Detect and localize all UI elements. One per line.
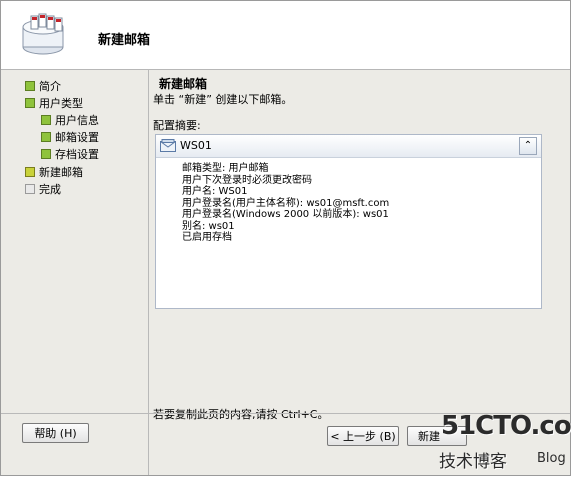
section-description: 单击 “新建” 创建以下邮箱。 — [153, 93, 293, 106]
copy-hint: 若要复制此页的内容,请按 Ctrl+C。 — [153, 408, 329, 421]
wizard-window: 新建邮箱 简介 用户类型 用户信息 邮箱设置 存档设置 新建邮箱 完成 新建邮箱… — [0, 0, 571, 476]
step-new-mailbox[interactable]: 新建邮箱 — [25, 165, 83, 181]
step-done-icon — [41, 149, 51, 159]
summary-line: 用户登录名(Windows 2000 以前版本): ws01 — [182, 209, 389, 220]
watermark-subtitle: 技术博客 — [439, 452, 507, 472]
step-user-type[interactable]: 用户类型 — [25, 96, 83, 112]
step-done-icon — [41, 115, 51, 125]
summary-line: 用户名: WS01 — [182, 186, 248, 197]
watermark: 51CTO.com 技术博客 Blog — [431, 411, 571, 477]
config-summary-label: 配置摘要: — [153, 119, 201, 132]
step-intro[interactable]: 简介 — [25, 79, 61, 95]
step-user-info[interactable]: 用户信息 — [41, 113, 99, 129]
step-pending-icon — [25, 184, 35, 194]
step-done-icon — [41, 132, 51, 142]
mailbox-icon — [160, 139, 176, 152]
summary-lines: 邮箱类型: 用户邮箱 用户下次登录时必须更改密码 用户名: WS01 用户登录名… — [182, 163, 389, 244]
watermark-logo: 51CTO.com — [441, 411, 571, 441]
mailbox-name: WS01 — [180, 139, 212, 152]
summary-line: 用户登录名(用户主体名称): ws01@msft.com — [182, 197, 390, 209]
section-title: 新建邮箱 — [159, 77, 208, 91]
wizard-header: 新建邮箱 — [1, 1, 570, 70]
summary-line: 用户下次登录时必须更改密码 — [182, 174, 312, 186]
wizard-title: 新建邮箱 — [98, 33, 151, 48]
watermark-blog: Blog — [537, 451, 566, 466]
panel-header[interactable]: WS01 ⌃ — [156, 135, 541, 158]
step-done-icon — [25, 81, 35, 91]
summary-line: 邮箱类型: 用户邮箱 — [182, 163, 269, 174]
summary-line: 已启用存档 — [182, 232, 232, 243]
step-done-icon — [25, 98, 35, 108]
step-archive-settings[interactable]: 存档设置 — [41, 147, 99, 163]
collapse-icon[interactable]: ⌃ — [519, 137, 537, 155]
step-current-icon — [25, 167, 35, 177]
help-button[interactable]: 帮助 (H) — [22, 423, 89, 443]
back-button[interactable]: < 上一步 (B) — [327, 426, 399, 446]
summary-line: 别名: ws01 — [182, 220, 235, 232]
step-mailbox-settings[interactable]: 邮箱设置 — [41, 130, 99, 146]
mailbox-database-icon — [22, 13, 64, 55]
step-complete[interactable]: 完成 — [25, 182, 61, 198]
config-summary-panel: WS01 ⌃ 邮箱类型: 用户邮箱 用户下次登录时必须更改密码 用户名: WS0… — [155, 134, 542, 309]
